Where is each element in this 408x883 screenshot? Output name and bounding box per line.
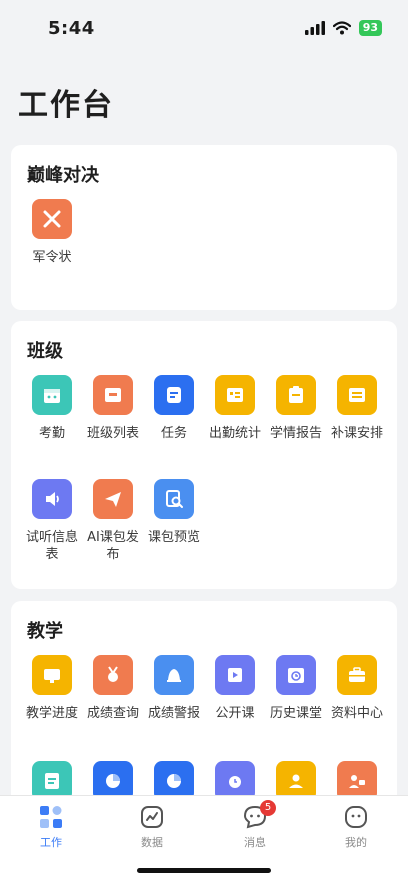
tile-class-list[interactable]: 班级列表 [82, 375, 144, 442]
tile-label: 资料中心 [330, 706, 383, 721]
screen-icon [44, 669, 60, 683]
tile-trial-info[interactable]: 试听信息表 [21, 479, 83, 563]
tab-messages[interactable]: 5 消息 [220, 800, 290, 850]
edit-doc-icon [45, 773, 59, 789]
tile-label: 补课安排 [330, 426, 383, 441]
task-icon [167, 387, 181, 403]
tab-mine[interactable]: 我的 [321, 804, 391, 850]
tab-work[interactable]: 工作 [16, 804, 86, 850]
tile-ai-package-publish[interactable]: AI课包发布 [82, 479, 144, 563]
tab-label: 我的 [345, 836, 367, 849]
message-badge: 5 [260, 800, 276, 816]
tile-label: 公开课 [215, 706, 255, 721]
tile-attendance-stats[interactable]: 出勤统计 [204, 375, 266, 442]
sword-icon [43, 210, 61, 228]
alarm-clock-icon [229, 776, 241, 788]
tile-makeup-schedule[interactable]: 补课安排 [326, 375, 388, 442]
tile-learning-report[interactable]: 学情报告 [265, 375, 327, 442]
tab-label: 数据 [141, 836, 163, 849]
pie-chart-icon [106, 774, 120, 788]
teacher-icon [349, 775, 365, 788]
tile-label: 出勤统计 [208, 426, 261, 441]
tile-label: 成绩查询 [86, 706, 139, 721]
tile-label: 试听信息表 [25, 530, 78, 562]
signal-icon [304, 21, 325, 35]
tile-label: 军令状 [32, 250, 72, 265]
briefcase-icon [349, 667, 365, 682]
tile-label: 班级列表 [86, 426, 139, 441]
tile-label: 课包预览 [147, 530, 200, 545]
report-icon [289, 386, 303, 403]
section-title: 班级 [27, 341, 63, 362]
pie-chart-icon [167, 774, 181, 788]
stats-card-icon [227, 388, 243, 402]
tile-task[interactable]: 任务 [143, 375, 205, 442]
tab-data[interactable]: 数据 [117, 804, 187, 850]
history-calendar-icon [288, 668, 304, 683]
status-icons: 93 [304, 20, 382, 36]
home-indicator [137, 868, 271, 873]
tile-teaching-progress[interactable]: 教学进度 [21, 655, 83, 722]
battery-indicator: 93 [358, 20, 382, 36]
tile-military-order[interactable]: 军令状 [21, 199, 83, 266]
tile-label: 学情报告 [269, 426, 322, 441]
tile-label: 成绩警报 [147, 706, 200, 721]
tile-label: 教学进度 [25, 706, 78, 721]
tile-label: 任务 [160, 426, 187, 441]
list-box-icon [105, 388, 121, 402]
calendar-icon [44, 389, 60, 403]
tab-label: 消息 [244, 836, 266, 849]
section-peak-card: 巅峰对决 军令状 [11, 145, 397, 310]
chart-icon [141, 806, 163, 828]
alarm-bell-icon [167, 669, 181, 682]
medal-icon [108, 666, 118, 682]
profile-icon [345, 806, 367, 828]
section-title: 巅峰对决 [27, 165, 99, 186]
status-time: 5:44 [48, 17, 95, 39]
tile-package-preview[interactable]: 课包预览 [143, 479, 205, 546]
tile-open-class[interactable]: 公开课 [204, 655, 266, 722]
tile-label: AI课包发布 [87, 530, 139, 562]
tile-resource-center[interactable]: 资料中心 [326, 655, 388, 722]
status-bar: 5:44 93 [0, 0, 408, 56]
grid-icon [40, 806, 62, 828]
section-class-card: 班级 考勤 班级列表 任务 出勤统计 学情报告 补课安排 试听信息表 AI课包发… [11, 321, 397, 589]
section-title: 教学 [27, 621, 63, 642]
schedule-icon [349, 388, 365, 402]
tile-score-query[interactable]: 成绩查询 [82, 655, 144, 722]
tile-label: 历史课堂 [269, 706, 322, 721]
tile-history-class[interactable]: 历史课堂 [265, 655, 327, 722]
page-title: 工作台 [18, 88, 114, 123]
person-icon [289, 774, 303, 788]
tile-attendance[interactable]: 考勤 [21, 375, 83, 442]
speaker-icon [46, 492, 59, 506]
tile-label: 考勤 [38, 426, 65, 441]
tile-score-alert[interactable]: 成绩警报 [143, 655, 205, 722]
preview-icon [166, 490, 183, 508]
send-icon [105, 492, 121, 507]
video-icon [228, 668, 242, 682]
wifi-icon [332, 21, 351, 35]
tab-label: 工作 [40, 836, 62, 849]
